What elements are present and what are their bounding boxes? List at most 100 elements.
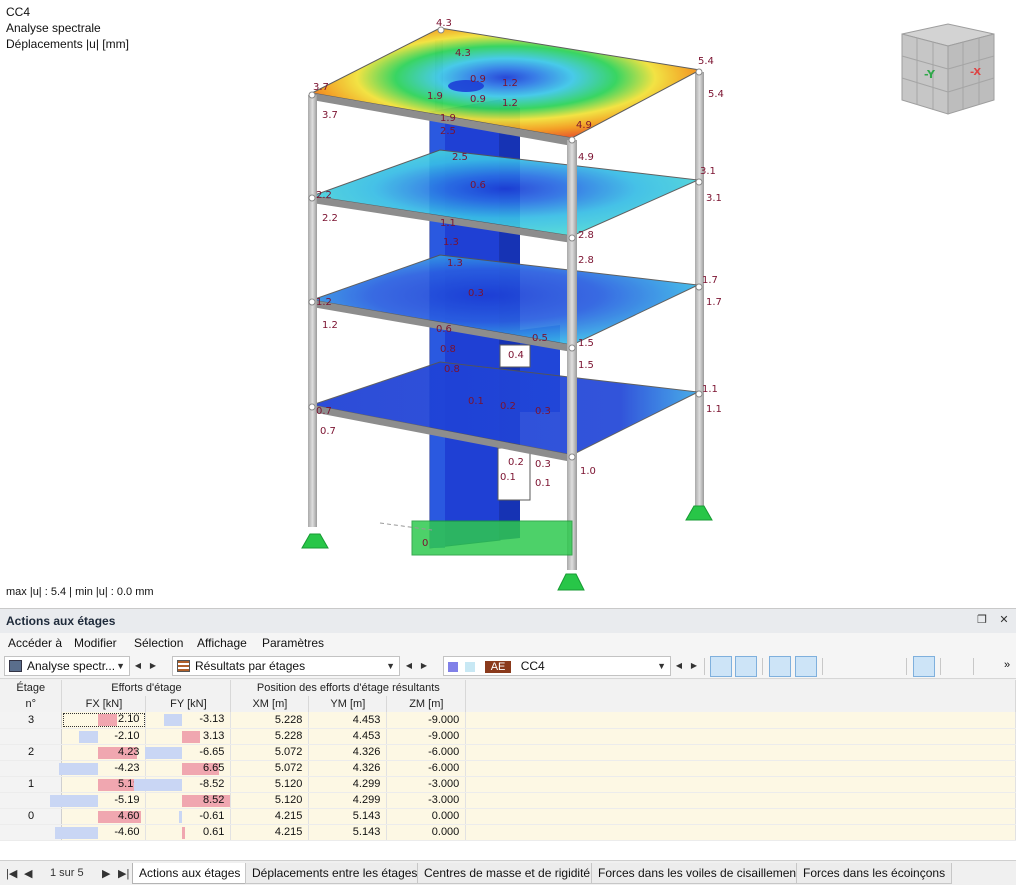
cell-fy[interactable]: 3.13 [145, 728, 232, 745]
table-row[interactable]: 0 4.60 -0.61 4.215 5.143 0.000 [0, 808, 1016, 825]
cell-fy[interactable]: 8.52 [145, 792, 232, 809]
cell-fx[interactable]: 2.10 [61, 712, 147, 729]
restore-icon[interactable]: ❐ [974, 612, 990, 628]
menu-edit[interactable]: Modifier [74, 636, 117, 650]
cell-ym[interactable]: 5.143 [308, 824, 388, 841]
last-page-icon[interactable]: ▶| [118, 867, 129, 880]
prev-page-icon[interactable]: ◀ [24, 867, 32, 880]
results-table[interactable]: Étage Efforts d'étage Position des effor… [0, 680, 1016, 860]
cell-zm[interactable]: -3.000 [386, 776, 467, 793]
prev-results-icon[interactable]: ◀ [404, 659, 414, 673]
cell-fy[interactable]: -6.65 [145, 744, 232, 761]
cell-xm[interactable]: 5.072 [230, 760, 310, 777]
header-ym[interactable]: YM [m] [308, 696, 388, 712]
slab-level-2[interactable] [311, 149, 700, 243]
tab-shear-wall-forces[interactable]: Forces dans les voiles de cisaillement [591, 863, 807, 884]
menu-view[interactable]: Affichage [197, 636, 247, 650]
navigation-cube[interactable]: -Y -X [896, 20, 1000, 116]
cell-fx[interactable]: 4.23 [61, 744, 147, 761]
select-from-table-icon[interactable] [710, 656, 732, 677]
menu-settings[interactable]: Paramètres [262, 636, 324, 650]
cell-fx[interactable]: 4.60 [61, 808, 147, 825]
cell-storey[interactable]: 3 [0, 712, 63, 729]
next-page-icon[interactable]: ▶ [102, 867, 110, 880]
results-combo[interactable]: Résultats par étages ▼ [172, 656, 400, 676]
filter-icon[interactable] [978, 656, 1000, 677]
header-fy[interactable]: FY [kN] [145, 696, 232, 712]
cell-fx[interactable]: -2.10 [61, 728, 147, 745]
cell-storey[interactable]: 2 [0, 744, 63, 761]
structure-model[interactable]: 4.3 4.3 3.7 3.7 5.4 5.4 4.9 4.9 0.9 0.9 … [0, 0, 1016, 607]
slab-level-0[interactable] [310, 361, 700, 462]
table-row[interactable]: -4.23 6.65 5.072 4.326 -6.000 [0, 760, 1016, 777]
tab-spandrel-forces[interactable]: Forces dans les écoinçons [796, 863, 953, 884]
cell-xm[interactable]: 5.120 [230, 792, 310, 809]
cell-ym[interactable]: 5.143 [308, 808, 388, 825]
cell-storey[interactable]: 0 [0, 808, 63, 825]
prev-analysis-icon[interactable]: ◀ [133, 659, 143, 673]
cell-zm[interactable]: -9.000 [386, 712, 467, 729]
first-page-icon[interactable]: |◀ [6, 867, 17, 880]
header-zm[interactable]: ZM [m] [386, 696, 467, 712]
cell-xm[interactable]: 4.215 [230, 808, 310, 825]
select-in-model-icon[interactable] [735, 656, 757, 677]
cell-storey[interactable]: 1 [0, 776, 63, 793]
cell-fy[interactable]: -3.13 [145, 712, 232, 729]
cell-xm[interactable]: 5.228 [230, 728, 310, 745]
next-load-icon[interactable]: ▶ [689, 659, 699, 673]
cell-zm[interactable]: -3.000 [386, 792, 467, 809]
tab-mass-stiffness-centres[interactable]: Centres de masse et de rigidité [417, 863, 598, 884]
table-row[interactable]: -5.19 8.52 5.120 4.299 -3.000 [0, 792, 1016, 809]
cell-ym[interactable]: 4.326 [308, 760, 388, 777]
cell-xm[interactable]: 5.228 [230, 712, 310, 729]
cell-fx[interactable]: 5.19 [61, 776, 147, 793]
cell-ym[interactable]: 4.299 [308, 792, 388, 809]
prev-load-icon[interactable]: ◀ [674, 659, 684, 673]
cell-ym[interactable]: 4.299 [308, 776, 388, 793]
cell-zm[interactable]: -6.000 [386, 760, 467, 777]
next-results-icon[interactable]: ▶ [419, 659, 429, 673]
table-row[interactable]: 3 2.10 -3.13 5.228 4.453 -9.000 [0, 712, 1016, 729]
cell-zm[interactable]: 0.000 [386, 808, 467, 825]
slab-level-1[interactable] [310, 254, 700, 352]
cell-fy[interactable]: -0.61 [145, 808, 232, 825]
header-xm[interactable]: XM [m] [230, 696, 310, 712]
model-viewport[interactable]: CC4 Analyse spectrale Déplacements |u| [… [0, 0, 1016, 607]
cell-zm[interactable]: -9.000 [386, 728, 467, 745]
cell-zm[interactable]: -6.000 [386, 744, 467, 761]
cell-fx[interactable]: -4.60 [55, 824, 147, 841]
cell-fy[interactable]: -8.52 [134, 776, 232, 793]
table-row[interactable]: 2 4.23 -6.65 5.072 4.326 -6.000 [0, 744, 1016, 761]
load-case-combo[interactable]: AE CC4 ▼ [443, 656, 671, 676]
close-icon[interactable]: ✕ [996, 612, 1012, 628]
cell-xm[interactable]: 4.215 [230, 824, 310, 841]
decimal-places-icon[interactable] [795, 656, 817, 677]
table-row[interactable]: -2.10 3.13 5.228 4.453 -9.000 [0, 728, 1016, 745]
table-layout-icon[interactable] [829, 656, 851, 677]
cell-storey[interactable] [0, 728, 63, 745]
next-analysis-icon[interactable]: ▶ [148, 659, 158, 673]
cell-fx[interactable]: -4.23 [59, 760, 147, 777]
table-row[interactable]: -4.60 0.61 4.215 5.143 0.000 [0, 824, 1016, 841]
analysis-combo[interactable]: Analyse spectr... ▼ [4, 656, 130, 676]
more-icon[interactable]: » [1004, 659, 1010, 671]
cell-fy[interactable]: 0.61 [145, 824, 232, 841]
bar-chart-icon[interactable] [913, 656, 935, 677]
cell-storey[interactable] [0, 824, 63, 841]
header-fx[interactable]: FX [kN] [61, 696, 147, 712]
cell-ym[interactable]: 4.453 [308, 712, 388, 729]
menu-selection[interactable]: Sélection [134, 636, 183, 650]
cell-xm[interactable]: 5.072 [230, 744, 310, 761]
cell-ym[interactable]: 4.453 [308, 728, 388, 745]
columns-icon[interactable] [854, 656, 876, 677]
cell-fy[interactable]: 6.65 [145, 760, 232, 777]
cell-xm[interactable]: 5.120 [230, 776, 310, 793]
tab-storey-actions[interactable]: Actions aux étages [132, 863, 248, 884]
rows-icon[interactable] [879, 656, 901, 677]
cell-fx[interactable]: -5.19 [50, 792, 147, 809]
cell-storey[interactable] [0, 760, 63, 777]
excel-export-icon[interactable] [947, 656, 969, 677]
table-row[interactable]: 1 5.19 -8.52 5.120 4.299 -3.000 [0, 776, 1016, 793]
menu-goto[interactable]: Accéder à [8, 636, 62, 650]
cell-zm[interactable]: 0.000 [386, 824, 467, 841]
